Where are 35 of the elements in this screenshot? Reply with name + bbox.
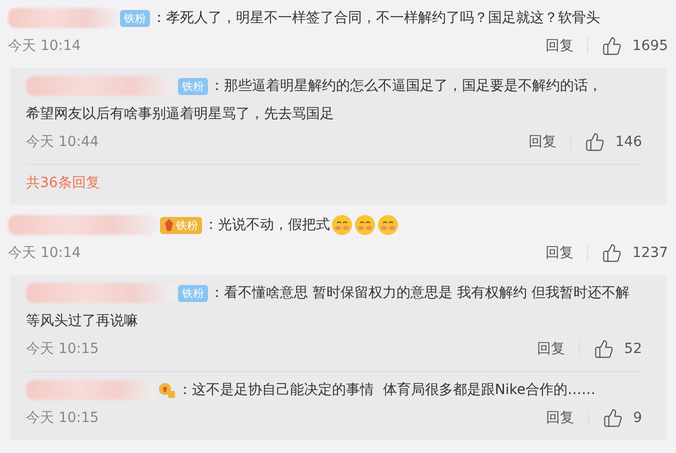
emoji-icon [331,214,353,236]
like-button[interactable]: 9 [603,408,642,428]
comment-text: ：那些逼着明星解约的怎么不逼国足了，国足要是不解约的话， [210,78,602,94]
like-button[interactable]: 1695 [602,36,668,56]
emoji-icon [354,214,376,236]
like-button[interactable]: 52 [594,339,642,359]
thumbs-up-icon [585,132,606,152]
thumbs-up-icon [602,36,622,56]
comment-text: 希望网友以后有啥事别逼着明星骂了，先去骂国足 [26,105,335,124]
comment-text: ：这不是足协自己能决定的事情 体育局很多都是跟Nike合作的…… [178,382,596,398]
fan-badge-icon [158,381,176,400]
timestamp: 今天 10:15 [26,409,100,427]
fan-badge: 铁粉 [178,284,208,302]
timestamp: 今天 10:14 [8,244,82,262]
timestamp: 今天 10:44 [26,133,100,151]
thumbs-up-icon [603,408,624,428]
like-button[interactable]: 1237 [602,243,668,263]
thumbs-up-icon [594,339,614,359]
fan-badge: 铁粉 [160,216,202,234]
fan-badge: 铁粉 [120,10,150,27]
reply-link[interactable]: 回复 [528,133,556,151]
comment-text: ：孝死人了，明星不一样签了合同，不一样解约了吗？国足就这？软骨头 [152,10,600,26]
timestamp: 今天 10:14 [8,37,82,55]
fan-badge: 铁粉 [178,78,208,95]
comment-text: ：光说不动，假把式 [204,217,330,233]
comment-text: ：看不懂啥意思 暂时保留权力的意思是 我有权解约 但我暂时还不解 [210,285,630,301]
thumbs-up-icon [602,243,622,263]
like-button[interactable]: 146 [585,132,642,152]
reply-link[interactable]: 回复 [546,409,574,427]
reply-link[interactable]: 回复 [545,37,574,55]
reply-link[interactable]: 回复 [537,340,566,358]
reply-link[interactable]: 回复 [545,244,574,262]
comment-text: 等风头过了再说嘛 [26,312,139,331]
emoji-icon [377,214,399,236]
timestamp: 今天 10:15 [26,340,100,358]
